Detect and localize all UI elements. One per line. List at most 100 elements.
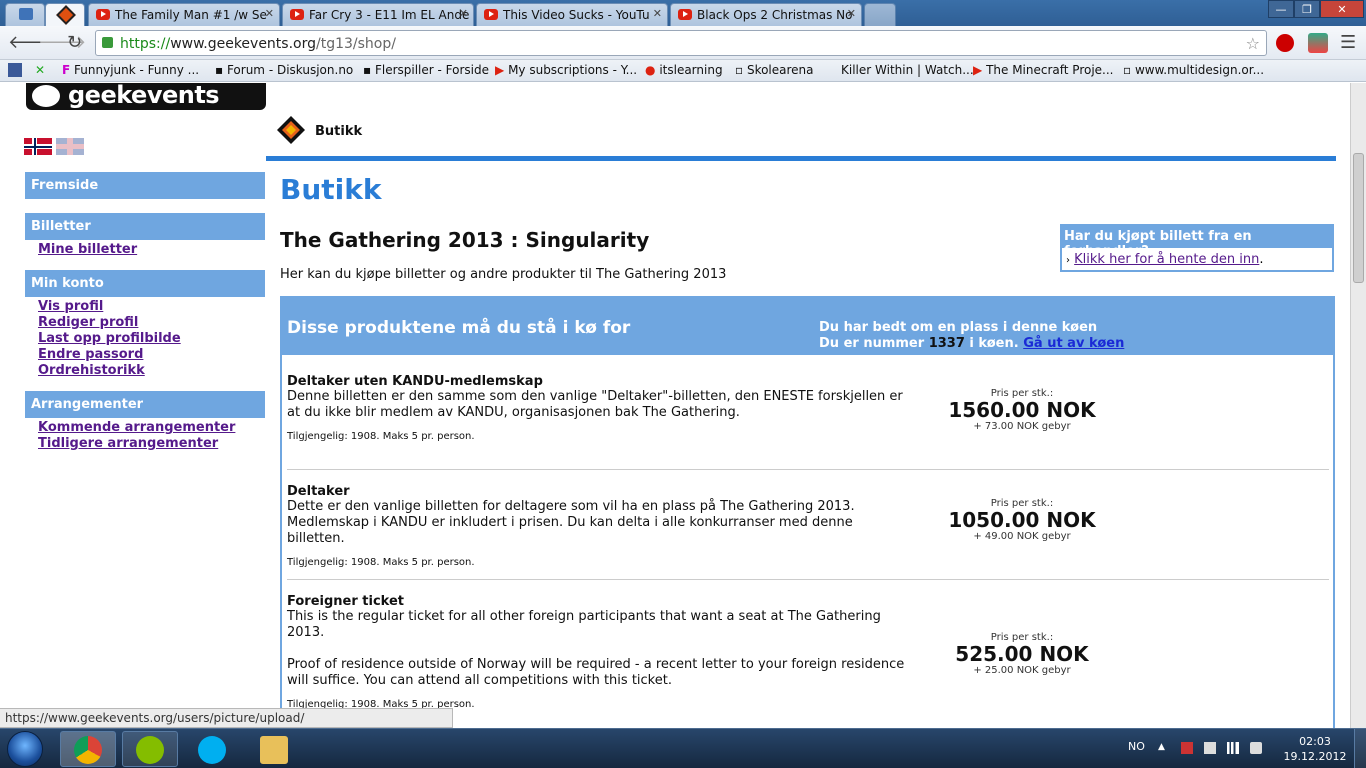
- window-close-button[interactable]: ✕: [1320, 0, 1364, 18]
- bookmark-flerspiller[interactable]: ▪ Flerspiller - Forside: [363, 63, 489, 77]
- reseller-title: Har du kjøpt billett fra en forhandler?: [1062, 226, 1332, 259]
- youtube-icon: [484, 9, 498, 20]
- price-fee: + 25.00 NOK gebyr: [973, 665, 1071, 676]
- page-viewport: geekevents Fremside Billetter Mine bille…: [0, 83, 1350, 728]
- tab-pinned-1[interactable]: [5, 3, 45, 26]
- product-price: Pris per stk.: 1050.00 NOK + 49.00 NOK g…: [927, 498, 1117, 542]
- tab-4[interactable]: Black Ops 2 Christmas No ✕: [670, 3, 862, 26]
- norwegian-flag-icon[interactable]: [24, 138, 52, 155]
- product-price: Pris per stk.: 525.00 NOK + 25.00 NOK ge…: [927, 632, 1117, 676]
- page-scrollbar[interactable]: [1350, 83, 1366, 728]
- close-icon[interactable]: ✕: [847, 7, 856, 20]
- bookmark-diskusjon[interactable]: ▪ Forum - Diskusjon.no: [215, 63, 353, 77]
- tab-label: Black Ops 2 Christmas No: [697, 8, 853, 22]
- price-amount: 525.00 NOK: [955, 642, 1089, 666]
- menu-icon[interactable]: ☰: [1340, 32, 1356, 53]
- price-amount: 1050.00 NOK: [948, 508, 1096, 532]
- sidebar-link-ordrehistorikk[interactable]: Ordrehistorikk: [38, 363, 145, 378]
- bookmark-minecraft[interactable]: ▶ The Minecraft Proje...: [973, 63, 1114, 77]
- english-flag-icon[interactable]: [56, 138, 84, 155]
- bookmark-itslearning[interactable]: ● itslearning: [645, 63, 723, 77]
- tab-active[interactable]: [45, 3, 85, 26]
- sidebar-link-tidligere-arrangementer[interactable]: Tidligere arrangementer: [38, 436, 218, 451]
- queue-header: Disse produktene må du stå i kø for Du h…: [282, 298, 1333, 355]
- reseller-link[interactable]: Klikk her for å hente den inn: [1074, 252, 1259, 267]
- reseller-box: Har du kjøpt billett fra en forhandler? …: [1060, 224, 1334, 272]
- folder-icon: [260, 736, 288, 764]
- breadcrumb: Butikk: [315, 124, 363, 139]
- new-tab-button[interactable]: [864, 3, 896, 26]
- product-row: Foreigner ticket This is the regular tic…: [287, 594, 1329, 710]
- bookmark-killer-within[interactable]: Killer Within | Watch...: [841, 63, 974, 77]
- bookmark-skolearena[interactable]: ▫ Skolearena: [735, 63, 814, 77]
- browser-toolbar: 🡐 🡒 ↻ https://www.geekevents.org/tg13/sh…: [0, 26, 1366, 60]
- network-warning-icon[interactable]: [1181, 742, 1193, 754]
- show-desktop-button[interactable]: [1354, 729, 1366, 768]
- leave-queue-link[interactable]: Gå ut av køen: [1023, 336, 1124, 351]
- arrow-icon: ›: [1066, 255, 1070, 266]
- signal-icon[interactable]: [1227, 742, 1239, 754]
- sidebar-fremside[interactable]: Fremside: [25, 172, 265, 199]
- youtube-icon: [96, 9, 110, 20]
- reload-icon[interactable]: ↻: [67, 32, 82, 53]
- sidebar-link-last-opp-profilbilde[interactable]: Last opp profilbilde: [38, 331, 181, 346]
- site-logo[interactable]: geekevents: [26, 83, 266, 110]
- bookmarks-bar: ✕ F Funnyjunk - Funny ... ▪ Forum - Disk…: [0, 60, 1366, 82]
- maximize-button[interactable]: ❐: [1294, 0, 1320, 18]
- tab-strip: The Family Man #1 /w Se ✕ Far Cry 3 - E1…: [0, 0, 1366, 26]
- tab-label: Far Cry 3 - E11 Im EL Ande: [309, 8, 470, 22]
- product-row: Deltaker uten KANDU-medlemskap Denne bil…: [287, 374, 1329, 442]
- address-bar[interactable]: https://www.geekevents.org/tg13/shop/ ☆: [95, 30, 1267, 56]
- tab-2[interactable]: Far Cry 3 - E11 Im EL Ande ✕: [282, 3, 474, 26]
- scrollbar-thumb[interactable]: [1353, 153, 1364, 283]
- app-icon: [19, 8, 33, 20]
- product-description: Denne billetten er den samme som den van…: [287, 389, 903, 420]
- minimize-button[interactable]: —: [1268, 0, 1294, 18]
- language-indicator[interactable]: NO: [1128, 740, 1145, 753]
- logo-mark-icon: [32, 85, 60, 107]
- bookmark-funnyjunk[interactable]: F Funnyjunk - Funny ...: [62, 63, 199, 77]
- sidebar-link-vis-profil[interactable]: Vis profil: [38, 299, 103, 314]
- close-icon[interactable]: ✕: [265, 7, 274, 20]
- bookmark-youtube[interactable]: ▶ My subscriptions - Y...: [495, 63, 637, 77]
- bookmark-star-icon[interactable]: ☆: [1246, 34, 1260, 53]
- sidebar-link-rediger-profil[interactable]: Rediger profil: [38, 315, 138, 330]
- tab-label: This Video Sucks - YouTu: [503, 8, 650, 22]
- product-availability: Tilgjengelig: 1908. Maks 5 pr. person.: [287, 557, 475, 568]
- sidebar-link-mine-billetter[interactable]: Mine billetter: [38, 242, 137, 257]
- product-name: Deltaker uten KANDU-medlemskap: [287, 374, 543, 389]
- taskbar-explorer[interactable]: [246, 731, 302, 767]
- clock[interactable]: 02:03 19.12.2012: [1280, 734, 1350, 764]
- tab-label: The Family Man #1 /w Se: [115, 8, 267, 22]
- volume-icon[interactable]: [1250, 742, 1262, 754]
- sidebar-billetter: Billetter: [25, 213, 265, 240]
- show-hidden-icons-icon[interactable]: ▲: [1158, 742, 1170, 754]
- queue-title: Disse produktene må du stå i kø for: [287, 318, 631, 338]
- logo-text: geekevents: [68, 83, 220, 109]
- queue-status: Du har bedt om en plass i denne køen: [819, 320, 1098, 335]
- skype-icon: [198, 736, 226, 764]
- tab-3[interactable]: This Video Sucks - YouTu ✕: [476, 3, 668, 26]
- tab-1[interactable]: The Family Man #1 /w Se ✕: [88, 3, 280, 26]
- sidebar-link-kommende-arrangementer[interactable]: Kommende arrangementer: [38, 420, 235, 435]
- close-icon[interactable]: ✕: [459, 7, 468, 20]
- taskbar-spotify[interactable]: [122, 731, 178, 767]
- price-fee: + 49.00 NOK gebyr: [973, 531, 1071, 542]
- product-name: Deltaker: [287, 484, 350, 499]
- close-icon[interactable]: ✕: [653, 7, 662, 20]
- product-name: Foreigner ticket: [287, 594, 404, 609]
- extension-icon[interactable]: [1308, 33, 1328, 53]
- adblock-icon[interactable]: [1276, 34, 1294, 52]
- bookmark-icon[interactable]: ✕: [35, 63, 45, 77]
- sidebar-link-endre-passord[interactable]: Endre passord: [38, 347, 143, 362]
- taskbar-chrome[interactable]: [60, 731, 116, 767]
- youtube-icon: [290, 9, 304, 20]
- product-price: Pris per stk.: 1560.00 NOK + 73.00 NOK g…: [927, 388, 1117, 432]
- taskbar-skype[interactable]: [184, 731, 240, 767]
- facebook-icon[interactable]: [8, 63, 22, 77]
- start-button[interactable]: [7, 731, 43, 767]
- power-icon[interactable]: [1204, 742, 1216, 754]
- breadcrumb-divider: [266, 156, 1336, 161]
- taskbar: NO ▲ 02:03 19.12.2012: [0, 728, 1366, 768]
- bookmark-multidesign[interactable]: ▫ www.multidesign.or...: [1123, 63, 1264, 77]
